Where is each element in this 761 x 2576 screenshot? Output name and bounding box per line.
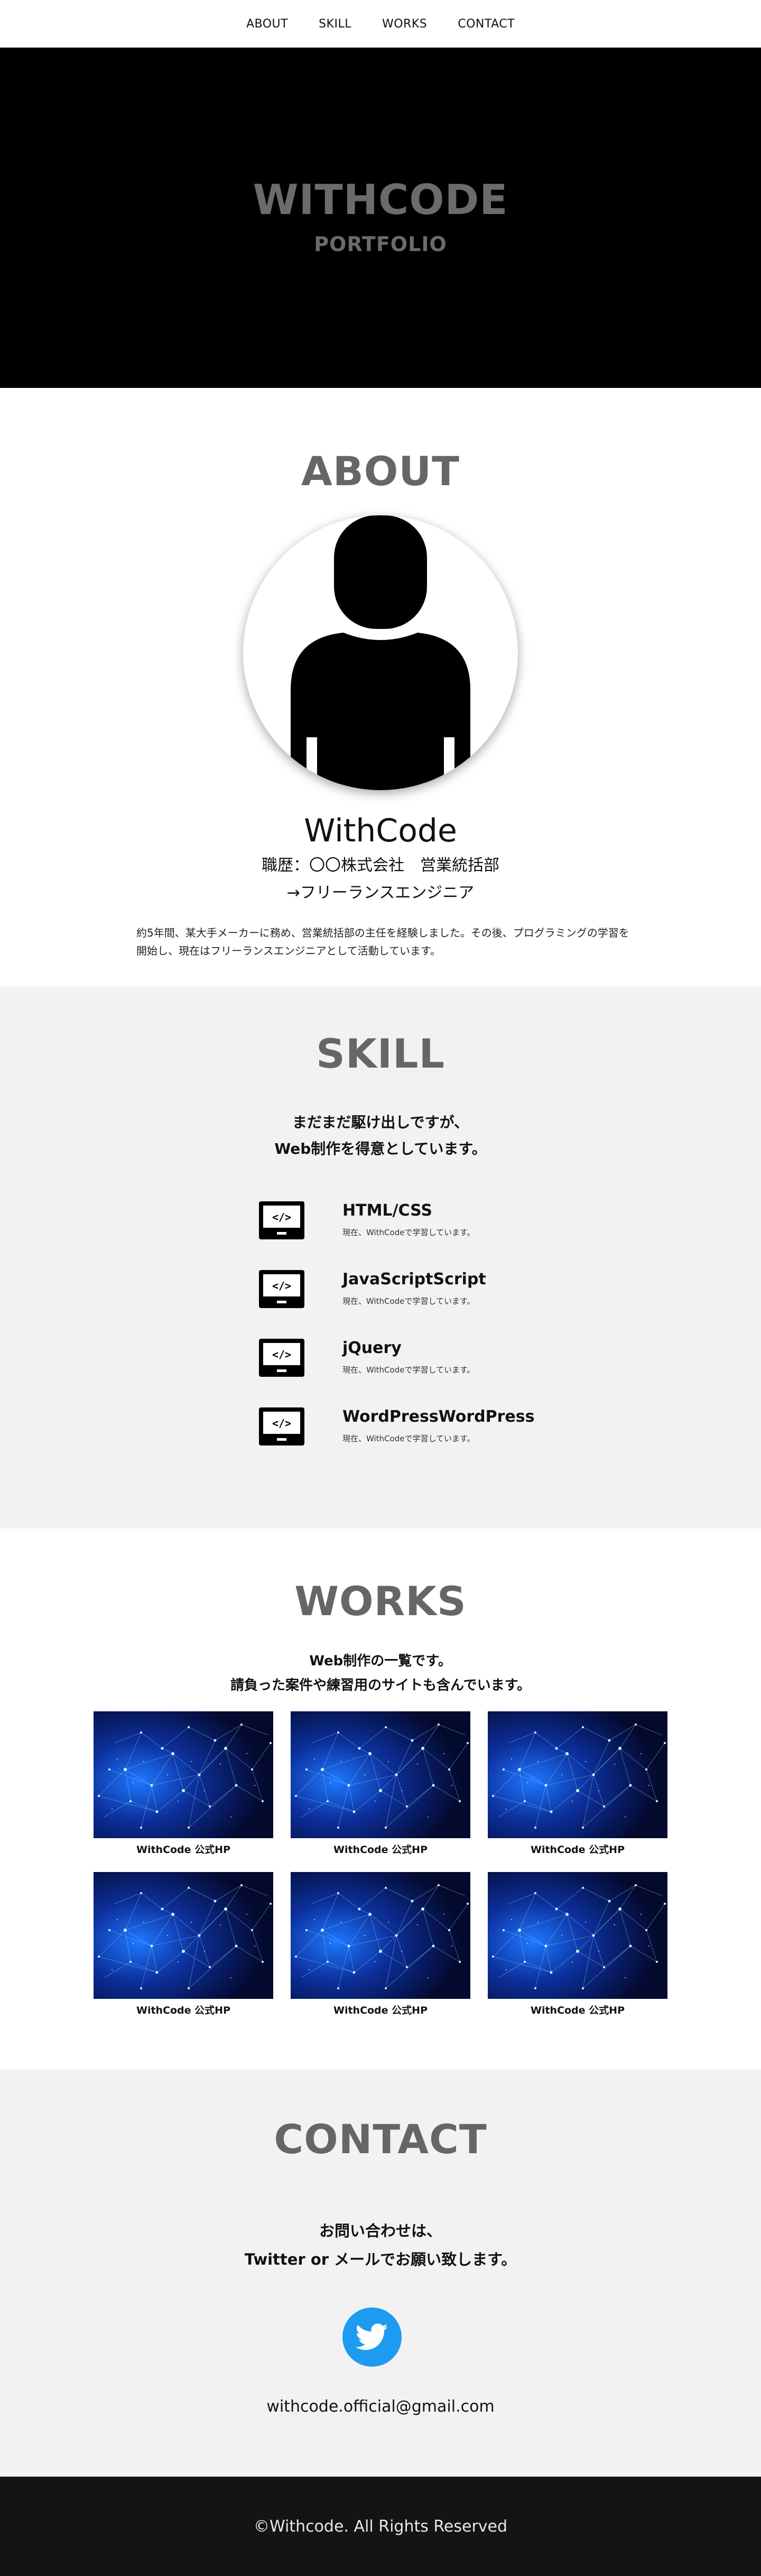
code-monitor-icon: </> (259, 1201, 304, 1239)
works-grid: WithCode 公式HP WithCode 公式HP WithCode 公式H… (94, 1711, 667, 2017)
twitter-bird-icon (356, 2323, 388, 2350)
network-thumbnail[interactable] (488, 1711, 667, 1838)
works-lead: Web制作の一覧です。 請負った案件や練習用のサイトも含んでいます。 (0, 1649, 761, 1698)
twitter-button[interactable] (342, 2308, 402, 2367)
about-career: 職歴：〇〇株式会社 営業統括部 (262, 856, 499, 875)
skill-heading: SKILL (316, 1030, 445, 1077)
svg-text:</>: </> (272, 1211, 291, 1224)
contact-heading: CONTACT (274, 2116, 487, 2163)
code-monitor-icon: </> (259, 1339, 304, 1377)
skill-text: 現在、WithCodeで学習しています。 (342, 1434, 475, 1443)
work-card[interactable]: WithCode 公式HP (94, 1872, 273, 2017)
works-lead-line1: Web制作の一覧です。 (309, 1653, 452, 1669)
svg-text:</>: </> (272, 1280, 291, 1292)
code-monitor-icon: </> (259, 1407, 304, 1445)
skill-item-html-css: </> HTML/CSS 現在、WithCodeで学習しています。 (258, 1200, 575, 1269)
network-thumbnail[interactable] (291, 1872, 470, 1999)
contact-section: CONTACT お問い合わせは、 Twitter or メールでお願い致します。… (0, 2070, 761, 2477)
svg-text:</>: </> (272, 1348, 291, 1361)
work-card[interactable]: WithCode 公式HP (291, 1711, 470, 1856)
work-card[interactable]: WithCode 公式HP (291, 1872, 470, 2017)
work-caption: WithCode 公式HP (333, 1844, 428, 1856)
skill-text: 現在、WithCodeで学習しています。 (342, 1296, 475, 1306)
works-lead-line2: 請負った案件や練習用のサイトも含んでいます。 (230, 1678, 531, 1693)
skill-name: JavaScriptScript (342, 1270, 486, 1289)
avatar (243, 515, 518, 790)
site-footer: ©Withcode. All Rights Reserved (0, 2477, 761, 2576)
contact-email[interactable]: withcode.official@gmail.com (0, 2397, 761, 2416)
network-thumbnail[interactable] (488, 1872, 667, 1999)
work-card[interactable]: WithCode 公式HP (488, 1711, 667, 1856)
skill-list: </> HTML/CSS 現在、WithCodeで学習しています。 </> Ja… (258, 1200, 575, 1475)
work-caption: WithCode 公式HP (530, 2005, 625, 2016)
work-caption: WithCode 公式HP (136, 2005, 230, 2016)
skill-lead: まだまだ駆け出しですが、 Web制作を得意としています。 (0, 1109, 761, 1162)
contact-lead-line2: Twitter or メールでお願い致します。 (244, 2250, 517, 2268)
about-heading: ABOUT (301, 448, 460, 495)
code-monitor-icon: </> (259, 1270, 304, 1308)
work-caption: WithCode 公式HP (136, 1844, 230, 1856)
person-icon (291, 515, 470, 790)
network-thumbnail[interactable] (94, 1711, 273, 1838)
works-section: WORKS Web制作の一覧です。 請負った案件や練習用のサイトも含んでいます。… (0, 1528, 761, 2070)
skill-lead-line2: Web制作を得意としています。 (274, 1140, 487, 1157)
contact-lead: お問い合わせは、 Twitter or メールでお願い致します。 (0, 2217, 761, 2274)
about-career-current: →フリーランスエンジニア (286, 884, 475, 902)
skill-item-jquery: </> jQuery 現在、WithCodeで学習しています。 (258, 1338, 575, 1406)
skill-name: jQuery (342, 1339, 402, 1357)
network-thumbnail[interactable] (94, 1872, 273, 1999)
work-card[interactable]: WithCode 公式HP (94, 1711, 273, 1856)
skill-name: HTML/CSS (342, 1201, 432, 1220)
work-caption: WithCode 公式HP (530, 1844, 625, 1856)
skill-item-wordpress: </> WordPressWordPress 現在、WithCodeで学習してい… (258, 1406, 575, 1475)
page-canvas: ABOUT WithCode 職歴：〇〇株式会社 営業統括部 →フリーランスエン… (0, 0, 761, 2576)
copyright-text: ©Withcode. All Rights Reserved (253, 2517, 508, 2536)
skill-text: 現在、WithCodeで学習しています。 (342, 1228, 475, 1237)
contact-lead-line1: お問い合わせは、 (319, 2222, 442, 2240)
skill-item-javascript: </> JavaScriptScript 現在、WithCodeで学習しています… (258, 1269, 575, 1338)
works-heading: WORKS (294, 1578, 467, 1625)
network-thumbnail[interactable] (291, 1711, 470, 1838)
skill-section: SKILL まだまだ駆け出しですが、 Web制作を得意としています。 </> H… (0, 986, 761, 1528)
work-card[interactable]: WithCode 公式HP (488, 1872, 667, 2017)
work-caption: WithCode 公式HP (333, 2005, 428, 2016)
about-description: 約5年間、某大手メーカーに務め、営業統括部の主任を経験しました。その後、プログラ… (136, 926, 629, 957)
skill-name: WordPressWordPress (342, 1407, 535, 1426)
skill-text: 現在、WithCodeで学習しています。 (342, 1365, 475, 1375)
about-name: WithCode (304, 812, 457, 849)
skill-lead-line1: まだまだ駆け出しですが、 (292, 1114, 469, 1131)
svg-text:</>: </> (272, 1417, 291, 1430)
